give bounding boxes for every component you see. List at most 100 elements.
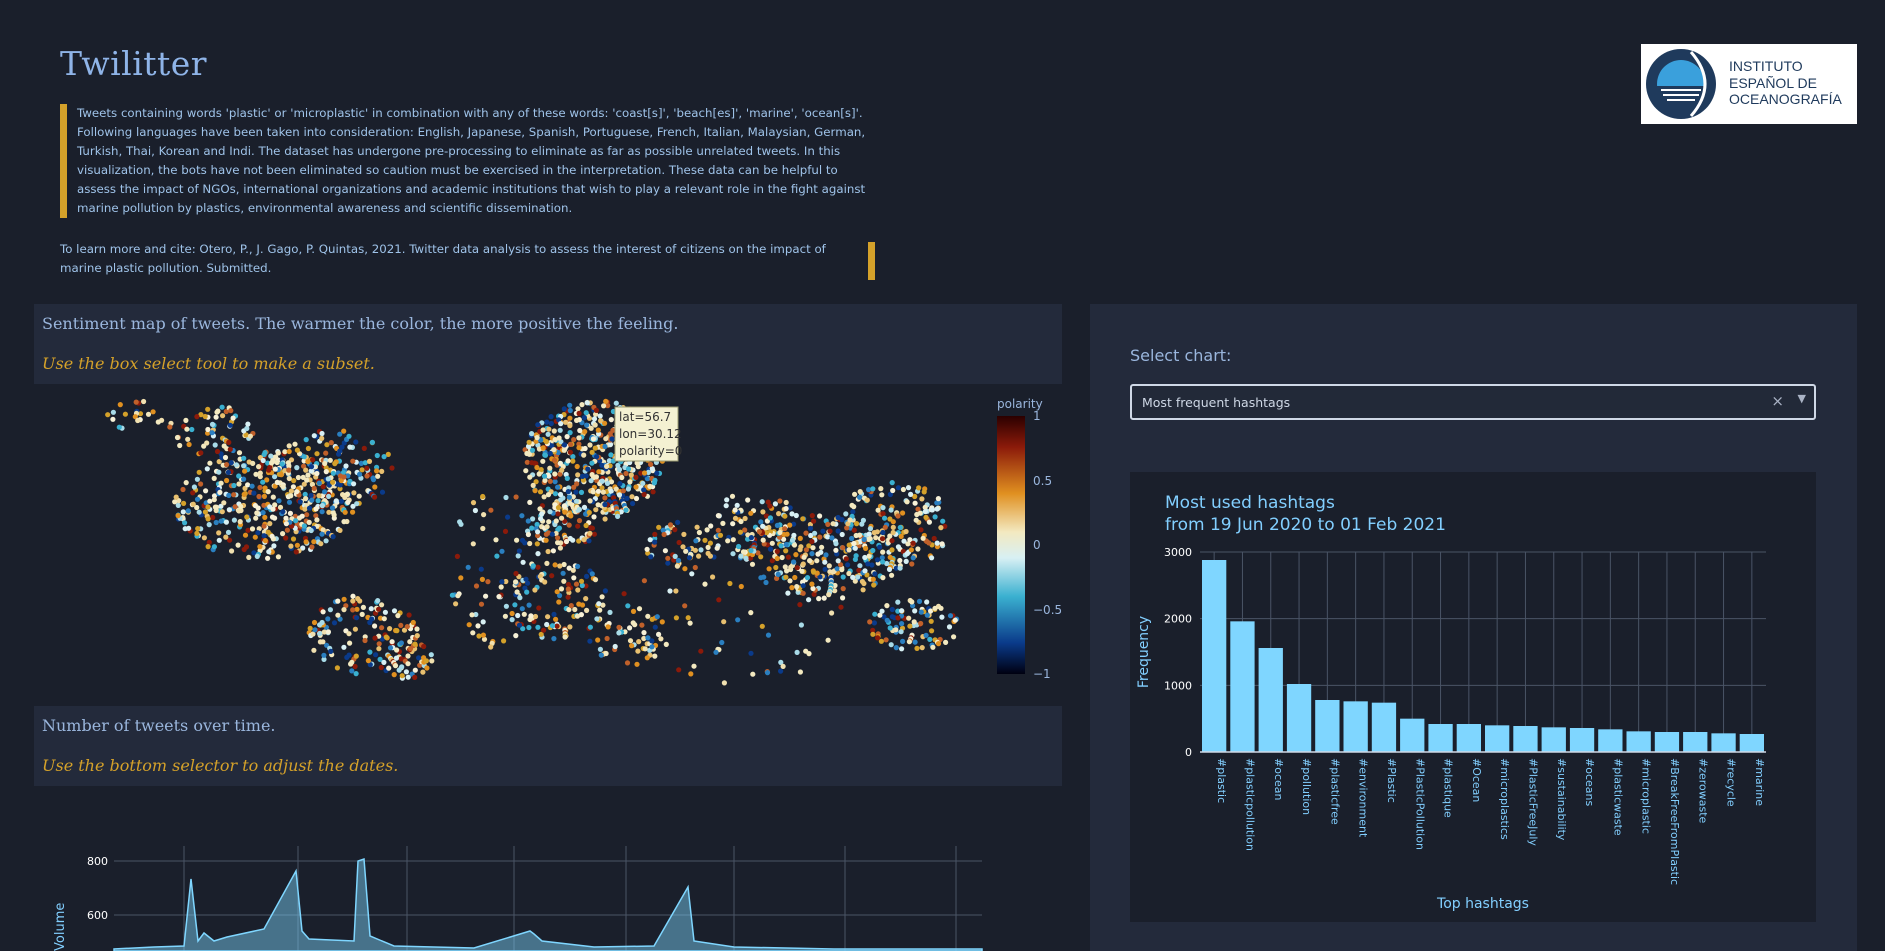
tweet-point[interactable] — [564, 434, 570, 440]
tweet-point[interactable] — [561, 578, 567, 584]
tweet-point[interactable] — [672, 527, 678, 533]
tweet-point[interactable] — [537, 489, 544, 495]
tweet-point[interactable] — [587, 530, 593, 536]
tweet-point[interactable] — [469, 612, 475, 618]
tweet-point[interactable] — [545, 492, 552, 498]
tweet-point[interactable] — [341, 644, 347, 650]
hashtag-bar[interactable] — [1485, 725, 1510, 752]
tweet-point[interactable] — [352, 626, 358, 632]
tweet-point[interactable] — [765, 632, 772, 638]
tweet-point[interactable] — [906, 615, 912, 621]
tweet-point[interactable] — [253, 515, 259, 521]
tweet-point[interactable] — [369, 439, 375, 445]
tweet-point[interactable] — [398, 640, 404, 646]
tweet-point[interactable] — [827, 528, 833, 534]
tweet-point[interactable] — [914, 645, 920, 651]
tweet-point[interactable] — [667, 522, 674, 528]
tweet-point[interactable] — [283, 521, 289, 527]
tweet-point[interactable] — [652, 624, 658, 630]
tweet-point[interactable] — [783, 574, 789, 580]
tweet-point[interactable] — [825, 521, 831, 527]
tweet-point[interactable] — [587, 624, 594, 630]
tweet-point[interactable] — [589, 449, 595, 455]
tweet-point[interactable] — [617, 481, 623, 487]
tweet-point[interactable] — [381, 616, 387, 622]
tweet-point[interactable] — [809, 513, 815, 519]
tweet-point[interactable] — [543, 537, 549, 543]
tweet-point[interactable] — [575, 523, 581, 529]
tweet-point[interactable] — [595, 488, 602, 494]
tweet-point[interactable] — [480, 493, 486, 500]
tweet-point[interactable] — [780, 663, 786, 669]
tweet-point[interactable] — [562, 634, 568, 640]
tweet-point[interactable] — [549, 573, 555, 579]
tweet-point[interactable] — [394, 647, 400, 653]
tweet-point[interactable] — [335, 612, 341, 618]
tweet-point[interactable] — [650, 489, 656, 495]
tweet-point[interactable] — [582, 429, 588, 435]
tweet-point[interactable] — [576, 506, 583, 513]
tweet-point[interactable] — [565, 594, 571, 600]
tweet-point[interactable] — [867, 536, 873, 542]
tweet-point[interactable] — [809, 551, 815, 557]
tweet-point[interactable] — [213, 414, 219, 420]
tweet-point[interactable] — [809, 581, 815, 587]
sentiment-map[interactable]: polarity 1 0.5 0 −0.5 −1 lat=56.7 lon=30… — [34, 385, 1062, 687]
tweet-point[interactable] — [571, 575, 577, 581]
tweet-point[interactable] — [546, 426, 552, 432]
tweet-point[interactable] — [594, 616, 600, 622]
tweet-point[interactable] — [576, 445, 582, 451]
tweet-point[interactable] — [260, 457, 266, 464]
tweet-point[interactable] — [928, 618, 934, 624]
tweet-point[interactable] — [211, 497, 217, 503]
tweet-point[interactable] — [551, 611, 557, 617]
tweet-point[interactable] — [331, 512, 337, 518]
tweet-point[interactable] — [475, 623, 481, 629]
hashtag-bar[interactable] — [1230, 621, 1255, 752]
tweet-point[interactable] — [286, 467, 292, 473]
tweet-point[interactable] — [685, 615, 691, 621]
tweet-point[interactable] — [311, 539, 317, 545]
tweet-point[interactable] — [307, 625, 313, 631]
tweet-point[interactable] — [370, 477, 377, 483]
tweet-point[interactable] — [867, 526, 874, 532]
tweet-point[interactable] — [283, 515, 289, 521]
tweet-point[interactable] — [557, 563, 563, 569]
tweet-point[interactable] — [793, 512, 799, 519]
tweet-point[interactable] — [347, 640, 353, 646]
tweet-point[interactable] — [359, 467, 365, 473]
tweet-point[interactable] — [674, 563, 681, 569]
tweet-point[interactable] — [319, 430, 325, 437]
tweet-point[interactable] — [939, 614, 945, 620]
tweet-point[interactable] — [629, 643, 635, 649]
tweet-point[interactable] — [174, 434, 181, 441]
tweet-point[interactable] — [591, 531, 598, 537]
tweet-point[interactable] — [574, 463, 580, 470]
tweet-point[interactable] — [194, 530, 200, 536]
tweet-point[interactable] — [748, 650, 754, 656]
map-points[interactable] — [105, 398, 960, 686]
tweet-point[interactable] — [310, 457, 316, 463]
tweet-point[interactable] — [859, 578, 866, 585]
tweet-point[interactable] — [579, 602, 586, 608]
tweet-point[interactable] — [736, 543, 742, 550]
tweet-point[interactable] — [605, 624, 611, 630]
tweet-point[interactable] — [286, 475, 292, 482]
tweet-point[interactable] — [513, 570, 519, 577]
tweet-point[interactable] — [778, 668, 784, 674]
tweet-point[interactable] — [727, 580, 733, 587]
tweet-point[interactable] — [633, 495, 640, 502]
tweet-point[interactable] — [350, 593, 356, 599]
tweet-point[interactable] — [314, 470, 320, 477]
tweet-point[interactable] — [641, 630, 647, 636]
tweet-point[interactable] — [301, 523, 307, 529]
tweet-point[interactable] — [261, 493, 267, 499]
tweet-point[interactable] — [783, 542, 789, 548]
tweet-point[interactable] — [293, 518, 299, 524]
tweet-point[interactable] — [748, 510, 754, 516]
tweet-point[interactable] — [524, 450, 530, 457]
tweet-point[interactable] — [748, 610, 754, 616]
tweet-point[interactable] — [675, 557, 682, 564]
tweet-point[interactable] — [353, 653, 359, 659]
tweet-point[interactable] — [231, 517, 237, 523]
